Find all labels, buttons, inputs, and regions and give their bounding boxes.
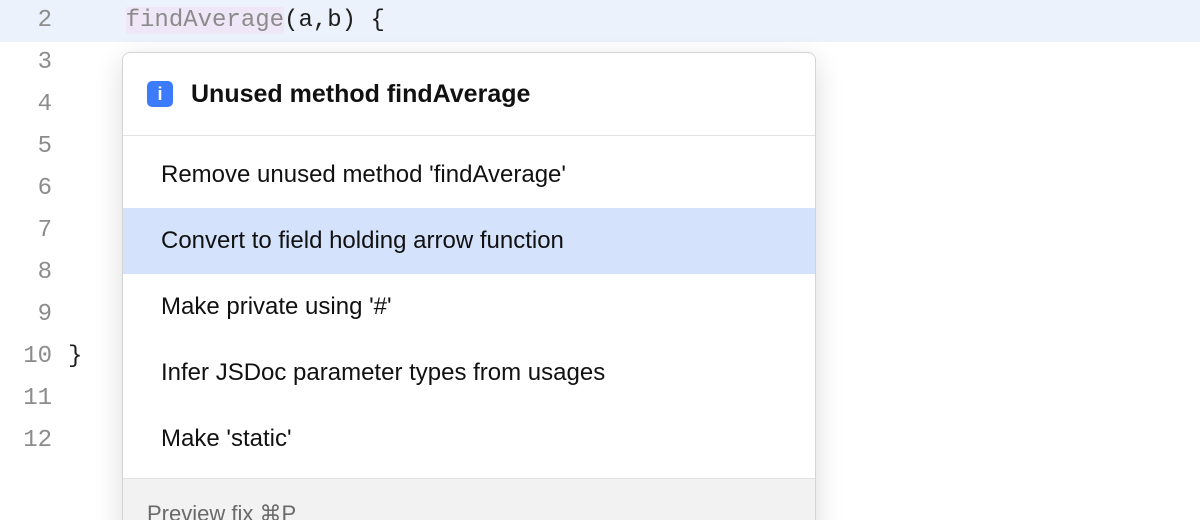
line-number: 11	[0, 378, 66, 420]
popup-items: Remove unused method 'findAverage' Conve…	[123, 136, 815, 478]
code-text: (a,b) {	[284, 7, 385, 34]
code-line[interactable]: 2 findAverage(a,b) {	[0, 0, 1200, 42]
line-number: 9	[0, 294, 66, 336]
method-name-token[interactable]: findAverage	[126, 7, 284, 34]
line-number: 6	[0, 168, 66, 210]
line-number: 4	[0, 84, 66, 126]
action-convert-arrow[interactable]: Convert to field holding arrow function	[123, 208, 815, 274]
line-number: 12	[0, 420, 66, 462]
action-make-static[interactable]: Make 'static'	[123, 406, 815, 478]
action-make-private[interactable]: Make private using '#'	[123, 274, 815, 340]
line-number: 5	[0, 126, 66, 168]
code-content[interactable]: findAverage(a,b) {	[66, 0, 1200, 42]
action-infer-jsdoc[interactable]: Infer JSDoc parameter types from usages	[123, 340, 815, 406]
info-icon: i	[147, 81, 173, 107]
line-number: 10	[0, 336, 66, 378]
line-number: 3	[0, 42, 66, 84]
action-remove-unused[interactable]: Remove unused method 'findAverage'	[123, 136, 815, 208]
line-number: 7	[0, 210, 66, 252]
popup-footer-hint: Preview fix ⌘P	[123, 478, 815, 520]
intention-actions-popup: i Unused method findAverage Remove unuse…	[122, 52, 816, 520]
popup-title: Unused method findAverage	[191, 73, 530, 115]
line-number: 8	[0, 252, 66, 294]
code-editor[interactable]: 2 findAverage(a,b) { 3 4 5 6 7 8 9 10 }	[0, 0, 1200, 520]
popup-header: i Unused method findAverage	[123, 53, 815, 136]
line-number: 2	[0, 0, 66, 42]
